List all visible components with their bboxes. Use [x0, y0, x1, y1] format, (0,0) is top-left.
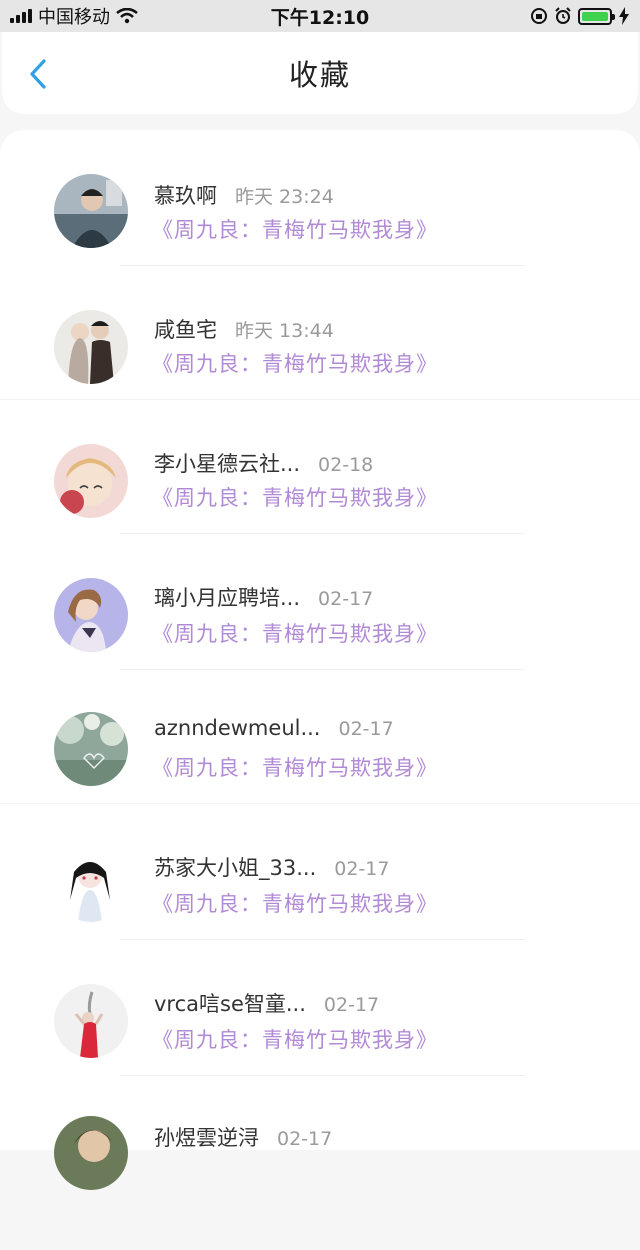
list-item[interactable]: aznndewmeul... 02-17 《周九良：青梅竹马欺我身》 [0, 710, 640, 844]
list-item[interactable]: 李小星德云社... 02-18 《周九良：青梅竹马欺我身》 [0, 442, 640, 576]
user-name[interactable]: aznndewmeul... [154, 716, 320, 740]
timestamp: 02-17 [323, 994, 380, 1016]
avatar[interactable] [54, 984, 128, 1058]
avatar[interactable] [54, 1116, 128, 1190]
status-left: 中国移动 [10, 3, 138, 29]
avatar[interactable] [54, 444, 128, 518]
item-header: 璃小月应聘培... 02-17 [154, 582, 373, 612]
navigation-bar: 收藏 [2, 32, 638, 114]
user-name[interactable]: 慕玖啊 [154, 180, 217, 210]
timestamp: 昨天 13:44 [235, 320, 334, 342]
wifi-icon [116, 8, 138, 24]
book-title[interactable]: 《周九良：青梅竹马欺我身》 [152, 618, 438, 648]
item-header: 咸鱼宅 昨天 13:44 [154, 314, 334, 344]
user-name[interactable]: 咸鱼宅 [154, 314, 217, 344]
divider [120, 265, 525, 266]
back-button[interactable] [20, 54, 56, 94]
item-header: 苏家大小姐_33... 02-17 [154, 852, 389, 882]
user-name[interactable]: 璃小月应聘培... [154, 582, 300, 612]
divider [0, 803, 640, 804]
avatar[interactable] [54, 578, 128, 652]
user-name[interactable]: 苏家大小姐_33... [154, 852, 316, 882]
divider [120, 1075, 525, 1076]
list-item[interactable]: 苏家大小姐_33... 02-17 《周九良：青梅竹马欺我身》 [0, 846, 640, 980]
divider [120, 533, 525, 534]
user-name[interactable]: vrca唁se智童... [154, 988, 306, 1018]
signal-icon [10, 9, 32, 23]
timestamp: 02-18 [318, 454, 374, 476]
battery-icon [578, 7, 615, 25]
timestamp: 昨天 23:24 [235, 186, 334, 208]
user-name[interactable]: 李小星德云社... [154, 448, 300, 478]
book-title[interactable]: 《周九良：青梅竹马欺我身》 [152, 1024, 438, 1054]
avatar[interactable] [54, 712, 128, 786]
book-title[interactable]: 《周九良：青梅竹马欺我身》 [152, 348, 438, 378]
divider [120, 939, 525, 940]
list-item[interactable]: 慕玖啊 昨天 23:24 《周九良：青梅竹马欺我身》 [0, 174, 640, 308]
timestamp: 02-17 [318, 588, 374, 610]
list-item[interactable]: 咸鱼宅 昨天 13:44 《周九良：青梅竹马欺我身》 [0, 308, 640, 442]
timestamp: 02-17 [334, 858, 390, 880]
carrier-label: 中国移动 [38, 7, 110, 28]
rotation-lock-icon [531, 8, 547, 24]
status-right [530, 7, 630, 25]
divider [120, 669, 525, 670]
alarm-icon [555, 7, 571, 24]
item-header: 李小星德云社... 02-18 [154, 448, 373, 478]
book-title[interactable]: 《周九良：青梅竹马欺我身》 [152, 214, 438, 244]
item-header: 孙煜雲逆浔 02-17 [154, 1122, 332, 1152]
list-item[interactable]: vrca唁se智童... 02-17 《周九良：青梅竹马欺我身》 [0, 982, 640, 1116]
divider [0, 399, 640, 400]
timestamp: 02-17 [338, 718, 394, 740]
list-item[interactable]: 璃小月应聘培... 02-17 《周九良：青梅竹马欺我身》 [0, 576, 640, 710]
charging-icon [619, 7, 629, 25]
timestamp: 02-17 [277, 1128, 333, 1150]
book-title[interactable]: 《周九良：青梅竹马欺我身》 [152, 752, 438, 782]
book-title[interactable]: 《周九良：青梅竹马欺我身》 [152, 888, 438, 918]
avatar[interactable] [54, 848, 128, 922]
avatar[interactable] [54, 310, 128, 384]
chevron-left-icon [30, 59, 46, 89]
item-header: vrca唁se智童... 02-17 [154, 988, 379, 1018]
list-item[interactable]: 孙煜雲逆浔 02-17 [0, 1116, 640, 1250]
favorites-list: 慕玖啊 昨天 23:24 《周九良：青梅竹马欺我身》 咸鱼宅 昨天 13:44 … [0, 130, 640, 1190]
status-bar: 中国移动 下午12:10 [0, 0, 640, 32]
avatar[interactable] [54, 174, 128, 248]
item-header: aznndewmeul... 02-17 [154, 716, 394, 740]
item-header: 慕玖啊 昨天 23:24 [154, 180, 334, 210]
user-name[interactable]: 孙煜雲逆浔 [154, 1122, 259, 1152]
page-title: 收藏 [288, 58, 351, 92]
book-title[interactable]: 《周九良：青梅竹马欺我身》 [152, 482, 438, 512]
